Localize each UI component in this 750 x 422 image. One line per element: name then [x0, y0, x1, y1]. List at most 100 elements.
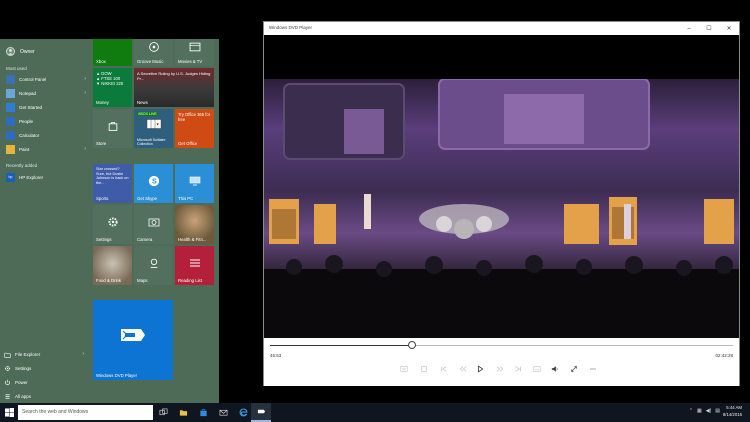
seek-thumb[interactable] [407, 341, 416, 349]
app-item-notepad[interactable]: Notepad › [6, 88, 86, 99]
gear-icon [107, 216, 119, 230]
skip-back-button[interactable] [437, 363, 451, 375]
tile-news[interactable]: A Secretive Ruling by U.S. Judges Hiding… [134, 68, 214, 107]
store-bag-icon [107, 120, 118, 133]
file-explorer-label: File Explorer [15, 352, 41, 357]
network-icon[interactable]: ▦ [697, 408, 702, 414]
task-view-icon [159, 408, 167, 416]
playback-controls: 45:53 02:42:28 [264, 338, 739, 386]
tile-camera[interactable]: Camera [134, 205, 173, 244]
taskbar-store[interactable] [193, 403, 213, 422]
skip-forward-icon [515, 366, 521, 372]
tile-food-drink[interactable]: Food & Drink [93, 246, 132, 285]
app-item-control-panel[interactable]: Control Panel › [6, 74, 86, 85]
chevron-right-icon[interactable]: › [82, 351, 84, 357]
tile-this-pc[interactable]: This PC [175, 164, 214, 203]
app-item-people[interactable]: People [6, 116, 86, 127]
taskbar-file-explorer[interactable] [173, 403, 193, 422]
tile-get-skype[interactable]: S Get Skype [134, 164, 173, 203]
news-headline: A Secretive Ruling by U.S. Judges Hiding… [137, 71, 211, 81]
cards-icon: ♥ [146, 119, 162, 132]
power-icon [5, 379, 10, 385]
folder-icon [4, 352, 11, 358]
tile-movies-tv[interactable]: Movies & TV [175, 39, 214, 66]
power-item[interactable]: Power [4, 377, 84, 388]
menu-button[interactable] [397, 363, 411, 375]
tile-label: This PC [178, 196, 194, 201]
skip-forward-button[interactable] [511, 363, 525, 375]
app-item-get-started[interactable]: Get Started [6, 102, 86, 113]
fullscreen-icon [571, 366, 577, 372]
all-apps-item[interactable]: All apps [4, 391, 84, 402]
fullscreen-button[interactable] [567, 363, 581, 375]
play-button[interactable] [473, 363, 487, 375]
chevron-right-icon[interactable]: › [84, 146, 86, 152]
power-label: Power [15, 380, 28, 385]
computer-icon [189, 176, 201, 188]
tile-sports[interactable]: Star crossed? Sure, but Dustin Johnson i… [93, 164, 132, 203]
app-item-paint[interactable]: Paint › [6, 144, 86, 155]
tile-windows-dvd-player[interactable]: Windows DVD Player [93, 300, 173, 380]
skip-back-icon [441, 366, 447, 372]
user-name: Owner [20, 48, 35, 55]
app-item-calculator[interactable]: Calculator [6, 130, 86, 141]
camera-icon [148, 217, 160, 229]
sports-headline: Star crossed? Sure, but Dustin Johnson i… [96, 167, 129, 185]
taskbar-edge[interactable] [233, 403, 253, 422]
tile-health-fitness[interactable]: Health & Fitn... [175, 205, 214, 244]
chevron-up-icon[interactable]: ⌃ [689, 408, 693, 414]
taskbar-dvd-player[interactable] [251, 403, 271, 422]
title-bar[interactable]: Windows DVD Player – ☐ ✕ [264, 22, 739, 35]
people-icon [6, 117, 15, 126]
concert-video-image [264, 79, 739, 339]
file-explorer-item[interactable]: File Explorer › [4, 349, 84, 360]
tile-get-office[interactable]: Try Office 365 for free Get Office [175, 109, 214, 148]
volume-icon[interactable]: ◀) [706, 408, 712, 414]
chevron-right-icon[interactable]: › [84, 90, 86, 96]
user-avatar-icon [6, 47, 15, 56]
groove-music-icon [148, 42, 159, 55]
video-frame[interactable] [264, 79, 739, 359]
time-elapsed: 45:53 [270, 353, 282, 358]
volume-button[interactable] [548, 363, 562, 375]
close-button[interactable]: ✕ [719, 22, 739, 35]
search-input[interactable]: Search the web and Windows [18, 405, 153, 420]
xbox-live-badge: XBOX LIVE [137, 112, 158, 116]
app-item-label: Paint [19, 147, 30, 152]
clock[interactable]: 5:44 AM 8/14/2015 [723, 405, 742, 418]
tile-xbox[interactable]: Xbox [93, 39, 132, 66]
tile-solitaire[interactable]: XBOX LIVE ♥ Microsoft Solitaire Collecti… [134, 109, 173, 148]
tile-groove-music[interactable]: Groove Music [134, 39, 173, 66]
most-used-label: Most used [6, 66, 27, 71]
settings-item[interactable]: Settings [4, 363, 84, 374]
tile-maps[interactable]: Maps [134, 246, 173, 285]
tile-reading-list[interactable]: Reading List [175, 246, 214, 285]
app-item-label: Calculator [19, 133, 40, 138]
rewind-button[interactable] [456, 363, 470, 375]
fast-forward-button[interactable] [493, 363, 507, 375]
more-options-button[interactable] [586, 363, 600, 375]
app-item-label: Get Started [19, 105, 43, 110]
tile-store[interactable]: Store [93, 109, 132, 148]
taskbar-mail[interactable] [213, 403, 233, 422]
subtitles-button[interactable] [530, 363, 544, 375]
app-item-hp-explorer[interactable]: hp HP Explorer [6, 172, 86, 183]
user-account[interactable]: Owner [6, 47, 35, 56]
tile-money[interactable]: ▲ DOW ▲ FTSE 100 ▼ NIKKEI 225 Money [93, 68, 132, 107]
notifications-icon[interactable]: ▤ [715, 408, 720, 414]
fast-forward-icon [496, 366, 504, 372]
settings-label: Settings [15, 366, 32, 371]
task-view-button[interactable] [153, 403, 173, 422]
chevron-right-icon[interactable]: › [84, 76, 86, 82]
more-icon [590, 368, 596, 370]
list-icon [5, 394, 10, 399]
app-item-label: HP Explorer [19, 175, 44, 180]
minimize-button[interactable]: – [679, 22, 699, 35]
start-button[interactable] [0, 403, 18, 422]
seek-bar[interactable] [270, 345, 733, 346]
tile-settings[interactable]: Settings [93, 205, 132, 244]
app-item-label: People [19, 119, 34, 124]
stop-button[interactable] [417, 363, 431, 375]
money-quotes: ▲ DOW ▲ FTSE 100 ▼ NIKKEI 225 [96, 71, 129, 86]
maximize-button[interactable]: ☐ [699, 22, 719, 35]
